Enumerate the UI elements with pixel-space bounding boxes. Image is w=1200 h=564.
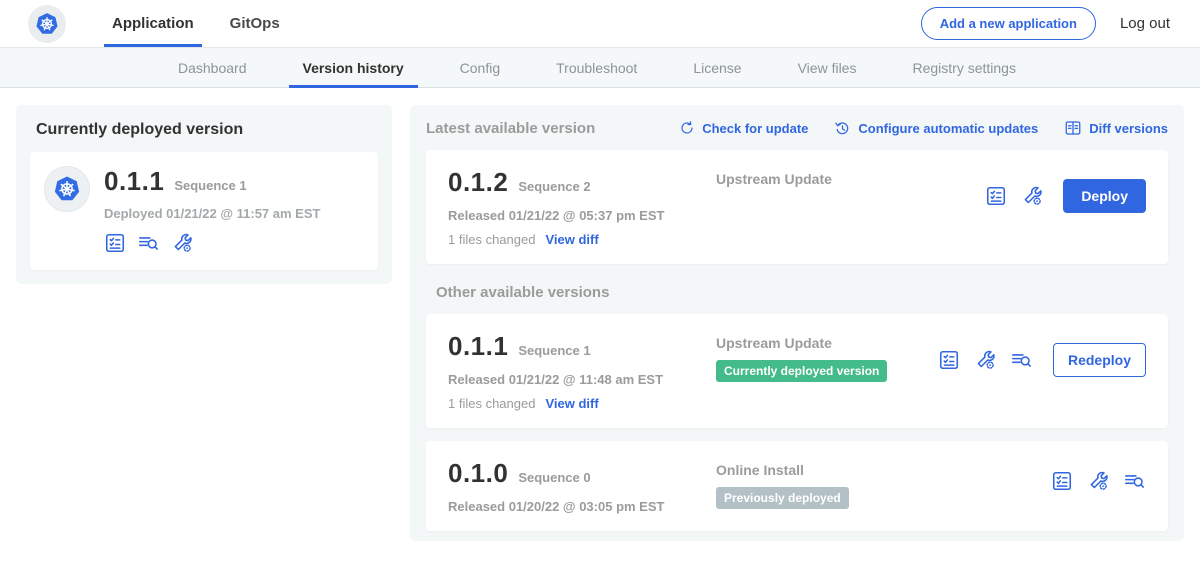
redeploy-button[interactable]: Redeploy [1053, 343, 1146, 377]
subnav-registry-settings-label: Registry settings [912, 60, 1015, 76]
preflight-checks-icon[interactable] [104, 232, 126, 254]
currently-deployed-badge: Currently deployed version [716, 360, 887, 382]
diff-icon [1064, 119, 1082, 137]
top-tabs: Application GitOps [94, 0, 298, 47]
version-row-0-1-0: 0.1.0 Sequence 0 Released 01/20/22 @ 03:… [426, 441, 1168, 531]
subnav-config-label: Config [460, 60, 500, 76]
subnav-config[interactable]: Config [432, 48, 528, 87]
subnav-license-label: License [693, 60, 741, 76]
refresh-icon [679, 120, 695, 136]
other-versions-title: Other available versions [436, 284, 1168, 301]
check-for-update-link[interactable]: Check for update [679, 120, 808, 136]
version-sequence: Sequence 2 [518, 179, 590, 194]
version-source: Online Install [716, 462, 1051, 478]
subnav-version-history-label: Version history [303, 60, 404, 76]
deploy-button[interactable]: Deploy [1063, 179, 1146, 213]
main-content: Currently deployed version 0.1.1 Sequenc… [0, 88, 1200, 541]
version-row-0-1-2: 0.1.2 Sequence 2 Released 01/21/22 @ 05:… [426, 150, 1168, 264]
logs-icon[interactable] [137, 232, 160, 254]
version-released: Released 01/21/22 @ 11:48 am EST [448, 372, 716, 387]
check-for-update-label: Check for update [702, 121, 808, 136]
deployed-sequence: Sequence 1 [174, 178, 246, 193]
logs-icon[interactable] [1123, 470, 1146, 492]
kubernetes-logo [28, 5, 66, 43]
version-number: 0.1.1 [448, 331, 508, 362]
subnav-troubleshoot-label: Troubleshoot [556, 60, 637, 76]
latest-version-title: Latest available version [426, 120, 595, 137]
previously-deployed-badge: Previously deployed [716, 487, 849, 509]
logs-icon[interactable] [1010, 349, 1033, 371]
subnav-dashboard[interactable]: Dashboard [150, 48, 275, 87]
configure-automatic-updates-link[interactable]: Configure automatic updates [834, 120, 1038, 137]
version-released: Released 01/20/22 @ 03:05 pm EST [448, 499, 716, 514]
app-icon [44, 166, 90, 212]
version-released: Released 01/21/22 @ 05:37 pm EST [448, 208, 716, 223]
currently-deployed-title: Currently deployed version [30, 121, 378, 139]
config-icon[interactable] [1087, 470, 1109, 492]
version-history-panel: Latest available version Check for updat… [410, 105, 1184, 541]
tab-application[interactable]: Application [94, 0, 212, 47]
diff-versions-label: Diff versions [1089, 121, 1168, 136]
configure-automatic-updates-label: Configure automatic updates [858, 121, 1038, 136]
tab-gitops[interactable]: GitOps [212, 0, 298, 47]
app-subnav: Dashboard Version history Config Trouble… [0, 47, 1200, 88]
view-diff-link[interactable]: View diff [545, 396, 598, 411]
subnav-view-files-label: View files [798, 60, 857, 76]
subnav-version-history[interactable]: Version history [275, 48, 432, 87]
version-row-0-1-1: 0.1.1 Sequence 1 Released 01/21/22 @ 11:… [426, 314, 1168, 428]
version-number: 0.1.0 [448, 458, 508, 489]
files-changed: 1 files changed [448, 396, 535, 411]
preflight-checks-icon[interactable] [1051, 470, 1073, 492]
config-icon[interactable] [1021, 185, 1043, 207]
subnav-license[interactable]: License [665, 48, 769, 87]
version-source: Upstream Update [716, 335, 938, 351]
view-diff-link[interactable]: View diff [545, 232, 598, 247]
subnav-dashboard-label: Dashboard [178, 60, 247, 76]
add-application-button[interactable]: Add a new application [921, 7, 1096, 40]
subnav-view-files[interactable]: View files [770, 48, 885, 87]
currently-deployed-card: Currently deployed version 0.1.1 Sequenc… [16, 105, 392, 284]
logout-link[interactable]: Log out [1120, 15, 1170, 32]
files-changed: 1 files changed [448, 232, 535, 247]
deployed-version-box: 0.1.1 Sequence 1 Deployed 01/21/22 @ 11:… [30, 152, 378, 270]
deployed-version-number: 0.1.1 [104, 166, 164, 197]
diff-versions-link[interactable]: Diff versions [1064, 119, 1168, 137]
top-bar: Application GitOps Add a new application… [0, 0, 1200, 47]
config-icon[interactable] [974, 349, 996, 371]
version-source: Upstream Update [716, 171, 985, 187]
schedule-update-icon [834, 120, 851, 137]
version-sequence: Sequence 0 [518, 470, 590, 485]
preflight-checks-icon[interactable] [985, 185, 1007, 207]
config-icon[interactable] [171, 232, 193, 254]
tab-gitops-label: GitOps [230, 15, 280, 32]
version-number: 0.1.2 [448, 167, 508, 198]
preflight-checks-icon[interactable] [938, 349, 960, 371]
subnav-registry-settings[interactable]: Registry settings [884, 48, 1043, 87]
subnav-troubleshoot[interactable]: Troubleshoot [528, 48, 665, 87]
version-sequence: Sequence 1 [518, 343, 590, 358]
deployed-timestamp: Deployed 01/21/22 @ 11:57 am EST [104, 206, 364, 221]
tab-application-label: Application [112, 15, 194, 32]
